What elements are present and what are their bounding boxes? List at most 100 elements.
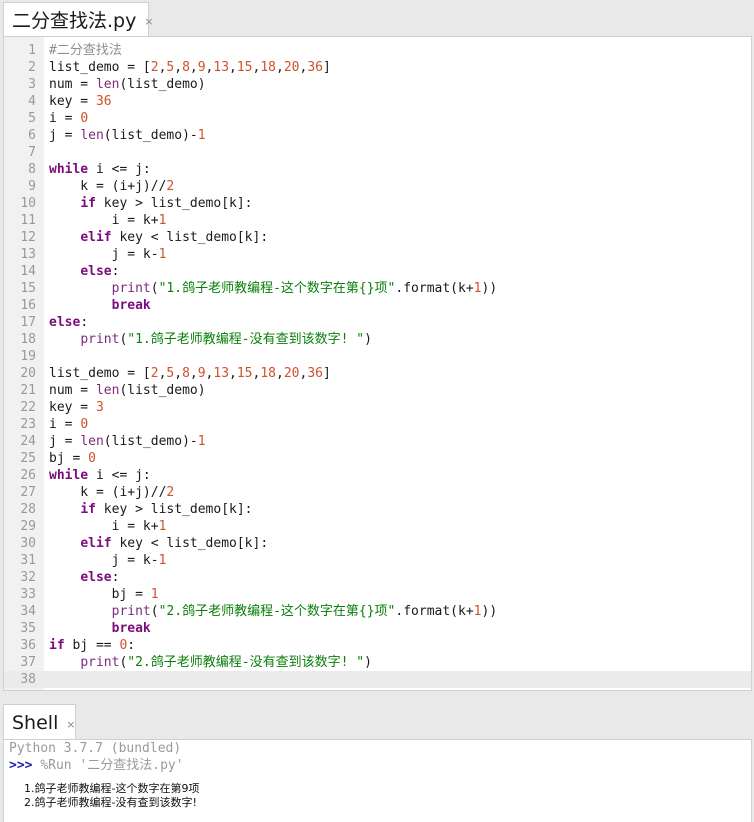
code-line[interactable]: 34 print("2.鸽子老师教编程-这个数字在第{}项".format(k+… (4, 603, 751, 620)
line-number: 30 (20, 536, 36, 551)
line-number: 10 (20, 196, 36, 211)
code-text: num = len(list_demo) (49, 382, 206, 399)
code-line[interactable]: 21 num = len(list_demo) (4, 382, 751, 399)
token: list_demo = [ (49, 366, 151, 381)
code-line[interactable]: 18 print("1.鸽子老师教编程-没有查到该数字! ") (4, 331, 751, 348)
editor-tab[interactable]: 二分查找法.py × (3, 2, 154, 36)
code-line[interactable]: 9 k = (i+j)//2 (4, 178, 751, 195)
code-line[interactable]: 1 #二分查找法 (4, 42, 751, 59)
code-line[interactable]: 35 break (4, 620, 751, 637)
code-line[interactable]: 6 j = len(list_demo)-1 (4, 127, 751, 144)
code-line[interactable]: 12 elif key < list_demo[k]: (4, 229, 751, 246)
token: i <= j: (88, 162, 151, 177)
token-kw: while (49, 162, 89, 177)
code-text: print("2.鸽子老师教编程-这个数字在第{}项".format(k+1)) (49, 603, 498, 620)
code-line[interactable]: 2 list_demo = [2,5,8,9,13,15,18,20,36] (4, 59, 751, 76)
code-area[interactable]: 1 #二分查找法 2 list_demo = [2,5,8,9,13,15,18,20… (4, 42, 751, 688)
token: k = (i+j)// (49, 179, 167, 194)
code-line[interactable]: 17 else: (4, 314, 751, 331)
token: j = (49, 434, 81, 449)
line-number: 2 (28, 60, 36, 75)
code-line[interactable]: 38 (4, 671, 751, 688)
code-editor[interactable]: 1 #二分查找法 2 list_demo = [2,5,8,9,13,15,18,20… (3, 36, 752, 691)
code-line[interactable]: 22 key = 3 (4, 399, 751, 416)
code-line[interactable]: 14 else: (4, 263, 751, 280)
code-line[interactable]: 15 print("1.鸽子老师教编程-这个数字在第{}项".format(k+… (4, 280, 751, 297)
shell-tab[interactable]: Shell × (3, 704, 76, 740)
token: j = k- (49, 247, 159, 262)
code-line[interactable]: 25 bj = 0 (4, 450, 751, 467)
code-line[interactable]: 31 j = k-1 (4, 552, 751, 569)
token-num: 13 (213, 60, 230, 75)
line-number: 3 (28, 77, 36, 92)
token: i = k+ (49, 213, 159, 228)
token: (list_demo)- (103, 434, 198, 449)
token: j = k- (49, 553, 159, 568)
code-text: j = len(list_demo)-1 (49, 433, 206, 450)
token-num: 0 (80, 417, 89, 432)
code-line[interactable]: 28 if key > list_demo[k]: (4, 501, 751, 518)
code-line[interactable]: 23 i = 0 (4, 416, 751, 433)
token: , (174, 366, 183, 381)
editor-tab-bar: 二分查找法.py × (0, 0, 754, 36)
code-text: list_demo = [2,5,8,9,13,15,18,20,36] (49, 365, 331, 382)
token-bi: len (95, 383, 120, 398)
token: )) (481, 281, 498, 296)
code-line[interactable]: 32 else: (4, 569, 751, 586)
line-number: 28 (20, 502, 36, 517)
shell-panel[interactable]: Python 3.7.7 (bundled) >>> %Run '二分查找法.p… (3, 739, 752, 822)
code-text: key = 3 (49, 399, 104, 416)
token: k = (i+j)// (49, 485, 167, 500)
token: key = (49, 94, 96, 109)
code-text: elif key < list_demo[k]: (49, 229, 268, 246)
code-line[interactable]: 5 i = 0 (4, 110, 751, 127)
code-line[interactable]: 16 break (4, 297, 751, 314)
code-line[interactable]: 20 list_demo = [2,5,8,9,13,15,18,20,36] (4, 365, 751, 382)
code-line[interactable]: 29 i = k+1 (4, 518, 751, 535)
close-icon[interactable]: × (144, 15, 153, 28)
line-number: 26 (20, 468, 36, 483)
code-line[interactable]: 33 bj = 1 (4, 586, 751, 603)
shell-tab-bar: Shell × (0, 700, 754, 740)
code-line[interactable]: 10 if key > list_demo[k]: (4, 195, 751, 212)
close-icon[interactable]: × (66, 718, 75, 731)
token: : (111, 264, 120, 279)
token-num: 20 (283, 366, 300, 381)
code-line[interactable]: 24 j = len(list_demo)-1 (4, 433, 751, 450)
token: num = (49, 383, 96, 398)
token: .format(k+ (395, 604, 474, 619)
token: key < list_demo[k]: (111, 230, 269, 245)
token-num: 3 (95, 400, 104, 415)
token-bi: len (80, 128, 104, 143)
code-line[interactable]: 3 num = len(list_demo) (4, 76, 751, 93)
code-line[interactable]: 8 while i <= j: (4, 161, 751, 178)
code-line[interactable]: 4 key = 36 (4, 93, 751, 110)
code-line[interactable]: 7 (4, 144, 751, 161)
code-line[interactable]: 13 j = k-1 (4, 246, 751, 263)
code-line[interactable]: 26 while i <= j: (4, 467, 751, 484)
shell-prompt: >>> (9, 758, 33, 773)
line-number: 29 (20, 519, 36, 534)
shell-output-line: 2.鸽子老师教编程-没有查到该数字! (24, 796, 197, 809)
token: ( (150, 281, 159, 296)
token: i = (49, 417, 81, 432)
code-line[interactable]: 36 if bj == 0: (4, 637, 751, 654)
code-line[interactable]: 30 elif key < list_demo[k]: (4, 535, 751, 552)
code-text: print("2.鸽子老师教编程-没有查到该数字! ") (49, 654, 372, 671)
token-num: 9 (197, 366, 206, 381)
code-line[interactable]: 19 (4, 348, 751, 365)
token: , (276, 366, 284, 381)
code-line[interactable]: 27 k = (i+j)//2 (4, 484, 751, 501)
code-line[interactable]: 11 i = k+1 (4, 212, 751, 229)
code-line[interactable]: 37 print("2.鸽子老师教编程-没有查到该数字! ") (4, 654, 751, 671)
token-num: 18 (260, 366, 276, 381)
code-text: else: (49, 263, 119, 280)
token-num: 1 (158, 213, 167, 228)
token: (list_demo) (119, 383, 206, 398)
token: key < list_demo[k]: (111, 536, 269, 551)
